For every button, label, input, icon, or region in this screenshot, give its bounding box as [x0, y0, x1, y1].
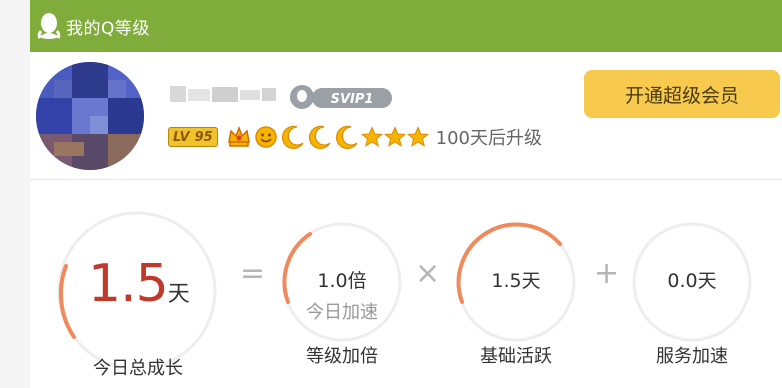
multiplier-label: 等级加倍	[306, 346, 378, 367]
growth-formula: 1.5天 今日总成长 = 1.0倍 今日加速 等级加倍 × 1.5天 基础活跃 …	[30, 180, 782, 388]
total-growth-label: 今日总成长	[93, 358, 183, 379]
base-activity-value: 1.5天	[491, 270, 541, 292]
q-level-panel: 我的Q等级 SVIP1 开通超级会员 LV 95 100天后升级 1.5天 今日…	[0, 0, 782, 388]
moon-icon	[281, 125, 304, 150]
times-sign: ×	[415, 256, 441, 291]
total-growth-unit: 天	[167, 282, 190, 307]
multiplier-sub: 今日加速	[306, 302, 378, 323]
level-value: 95	[194, 129, 213, 145]
sun-icon	[254, 126, 277, 148]
total-growth-number: 1.5	[88, 254, 169, 314]
service-speedup-value: 0.0天	[667, 270, 717, 292]
total-growth-value: 1.5天	[88, 254, 198, 324]
level-badge: LV 95	[168, 127, 218, 147]
star-icon	[406, 126, 429, 147]
level-prefix: LV	[173, 129, 190, 145]
crown-icon	[227, 125, 250, 147]
level-row: LV 95 100天后升级	[168, 122, 542, 152]
profile-section: SVIP1 开通超级会员 LV 95 100天后升级	[30, 52, 782, 180]
avatar[interactable]	[36, 62, 144, 170]
star-icon	[360, 126, 383, 147]
base-activity-label: 基础活跃	[480, 346, 552, 367]
equals-sign: =	[240, 256, 266, 291]
left-margin	[0, 0, 30, 388]
panel-title: 我的Q等级	[66, 18, 150, 39]
upgrade-countdown: 100天后升级	[435, 128, 543, 149]
plus-sign: +	[594, 256, 620, 291]
star-icon	[383, 126, 406, 147]
open-svip-button[interactable]: 开通超级会员	[584, 70, 780, 118]
moon-icon	[308, 125, 331, 150]
moon-icon	[335, 125, 358, 150]
service-speedup-label: 服务加速	[656, 346, 728, 367]
panel-header: 我的Q等级	[30, 0, 782, 52]
nickname-blurred	[170, 86, 276, 102]
qq-penguin-icon	[37, 13, 61, 39]
multiplier-value: 1.0倍	[317, 270, 367, 292]
svip-badge[interactable]: SVIP1	[288, 84, 394, 110]
svip-label: SVIP1	[331, 92, 374, 107]
